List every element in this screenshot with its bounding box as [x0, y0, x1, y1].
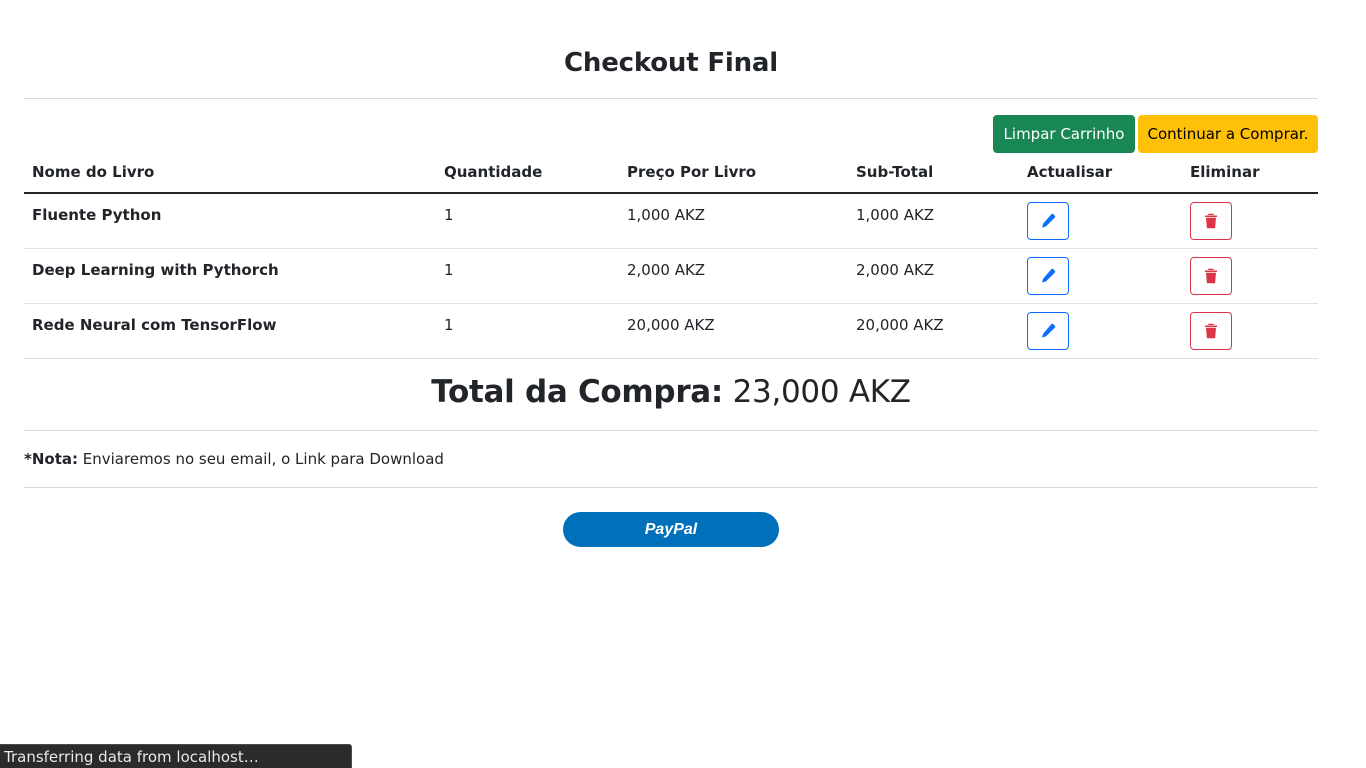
note-label: *Nota:	[24, 450, 78, 468]
book-unit-price: 2,000 AKZ	[627, 261, 706, 279]
update-button[interactable]	[1027, 202, 1069, 240]
note-text: Enviaremos no seu email, o Link para Dow…	[82, 450, 444, 468]
paypal-logo: PayPal	[644, 520, 698, 538]
book-name: Fluente Python	[32, 206, 162, 224]
continue-shopping-button[interactable]: Continuar a Comprar.	[1138, 115, 1318, 153]
header-subtotal: Sub-Total	[856, 163, 934, 181]
table-row: Fluente Python 1 1,000 AKZ 1,000 AKZ	[24, 194, 1318, 249]
book-quantity: 1	[444, 316, 454, 334]
book-subtotal: 20,000 AKZ	[856, 316, 944, 334]
pencil-icon	[1042, 323, 1056, 338]
header-update: Actualisar	[1027, 163, 1113, 181]
book-subtotal: 2,000 AKZ	[856, 261, 935, 279]
delete-button[interactable]	[1190, 257, 1232, 295]
table-header: Nome do Livro Quantidade Preço Por Livro…	[24, 155, 1318, 194]
update-button[interactable]	[1027, 312, 1069, 350]
update-button[interactable]	[1027, 257, 1069, 295]
total-divider	[24, 430, 1318, 431]
book-quantity: 1	[444, 261, 454, 279]
trash-icon	[1205, 213, 1217, 229]
header-delete: Eliminar	[1190, 163, 1260, 181]
trash-icon	[1205, 323, 1217, 339]
note-divider	[24, 487, 1318, 488]
header-book-name: Nome do Livro	[32, 163, 155, 181]
title-divider	[24, 98, 1318, 99]
header-unit-price: Preço Por Livro	[627, 163, 757, 181]
header-quantity: Quantidade	[444, 163, 543, 181]
delete-button[interactable]	[1190, 202, 1232, 240]
book-unit-price: 1,000 AKZ	[627, 206, 706, 224]
total-value: 23,000 AKZ	[732, 374, 911, 410]
total-label: Total da Compra:	[431, 374, 724, 410]
pencil-icon	[1042, 213, 1056, 228]
cart-table: Nome do Livro Quantidade Preço Por Livro…	[24, 155, 1318, 359]
paypal-button[interactable]: PayPal	[563, 512, 779, 547]
book-name: Rede Neural com TensorFlow	[32, 316, 277, 334]
book-quantity: 1	[444, 206, 454, 224]
book-subtotal: 1,000 AKZ	[856, 206, 935, 224]
pencil-icon	[1042, 268, 1056, 283]
purchase-total: Total da Compra: 23,000 AKZ	[24, 374, 1318, 410]
browser-status-bar: Transferring data from localhost…	[0, 744, 352, 768]
trash-icon	[1205, 268, 1217, 284]
delete-button[interactable]	[1190, 312, 1232, 350]
book-name: Deep Learning with Pythorch	[32, 261, 279, 279]
clear-cart-button[interactable]: Limpar Carrinho	[993, 115, 1135, 153]
page-title: Checkout Final	[564, 48, 778, 78]
book-unit-price: 20,000 AKZ	[627, 316, 715, 334]
table-row: Rede Neural com TensorFlow 1 20,000 AKZ …	[24, 304, 1318, 359]
download-note: *Nota: Enviaremos no seu email, o Link p…	[24, 450, 444, 468]
table-row: Deep Learning with Pythorch 1 2,000 AKZ …	[24, 249, 1318, 304]
